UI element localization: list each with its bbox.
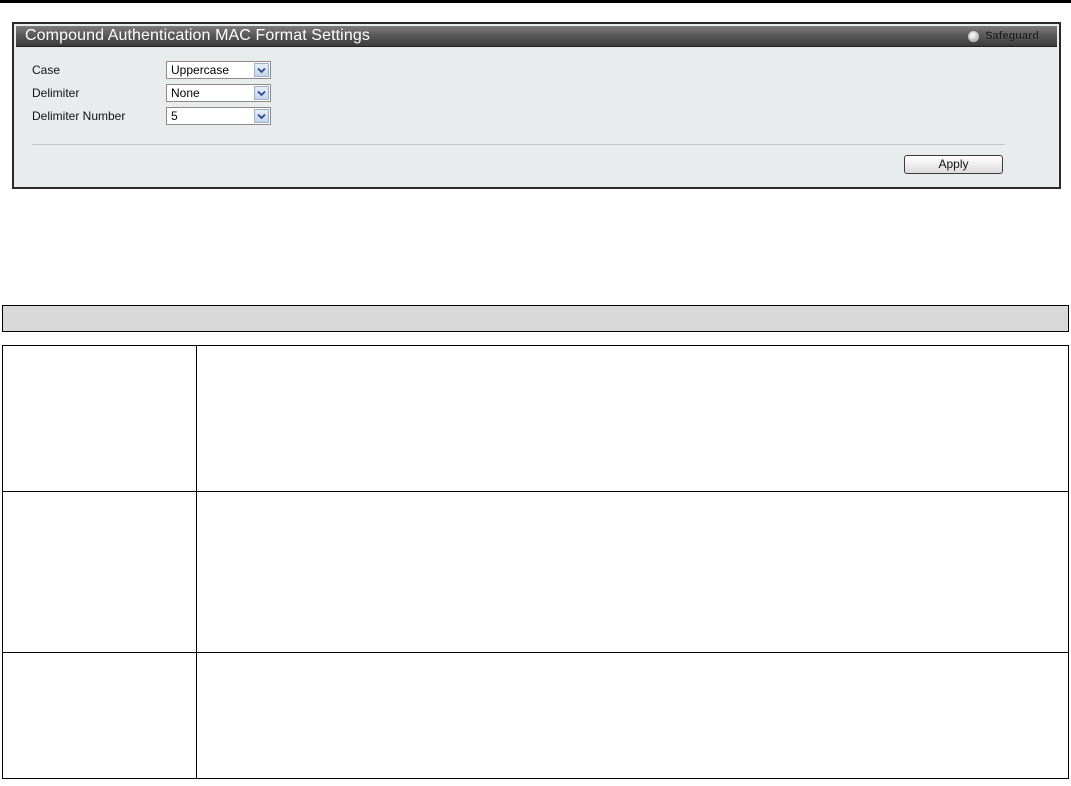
table-row	[2, 652, 1069, 779]
delimiter-select[interactable]: None	[166, 84, 271, 102]
case-row: Case Uppercase	[32, 60, 271, 80]
panel-title: Compound Authentication MAC Format Setti…	[25, 27, 370, 44]
delimiter-select-value: None	[171, 86, 200, 100]
safeguard-indicator-icon	[968, 30, 980, 42]
delimiter-number-label: Delimiter Number	[32, 109, 126, 123]
description-cell	[196, 491, 1069, 653]
form-divider	[32, 144, 1005, 145]
case-label: Case	[32, 63, 61, 77]
delimiter-number-select[interactable]: 5	[166, 107, 271, 125]
description-cell	[196, 345, 1069, 492]
parameter-cell	[2, 491, 197, 653]
table-row	[2, 491, 1069, 653]
description-table-header	[2, 305, 1069, 332]
mac-format-settings-panel: Compound Authentication MAC Format Setti…	[12, 22, 1061, 189]
chevron-down-icon[interactable]	[254, 109, 269, 123]
case-select[interactable]: Uppercase	[166, 61, 271, 79]
safeguard-label: Safeguard	[985, 30, 1039, 42]
chevron-down-icon[interactable]	[254, 86, 269, 100]
delimiter-number-select-value: 5	[171, 109, 178, 123]
panel-header: Compound Authentication MAC Format Setti…	[16, 26, 1057, 47]
case-select-value: Uppercase	[171, 63, 230, 77]
delimiter-label: Delimiter	[32, 86, 80, 100]
page-top-rule	[0, 0, 1071, 3]
table-row	[2, 345, 1069, 492]
delimiter-number-row: Delimiter Number 5	[32, 106, 271, 126]
parameter-cell	[2, 345, 197, 492]
safeguard-indicator[interactable]: Safeguard	[968, 28, 1039, 44]
delimiter-row: Delimiter None	[32, 83, 271, 103]
description-cell	[196, 652, 1069, 779]
apply-button[interactable]: Apply	[904, 155, 1003, 174]
chevron-down-icon[interactable]	[254, 63, 269, 77]
description-table	[2, 345, 1069, 779]
parameter-cell	[2, 652, 197, 779]
